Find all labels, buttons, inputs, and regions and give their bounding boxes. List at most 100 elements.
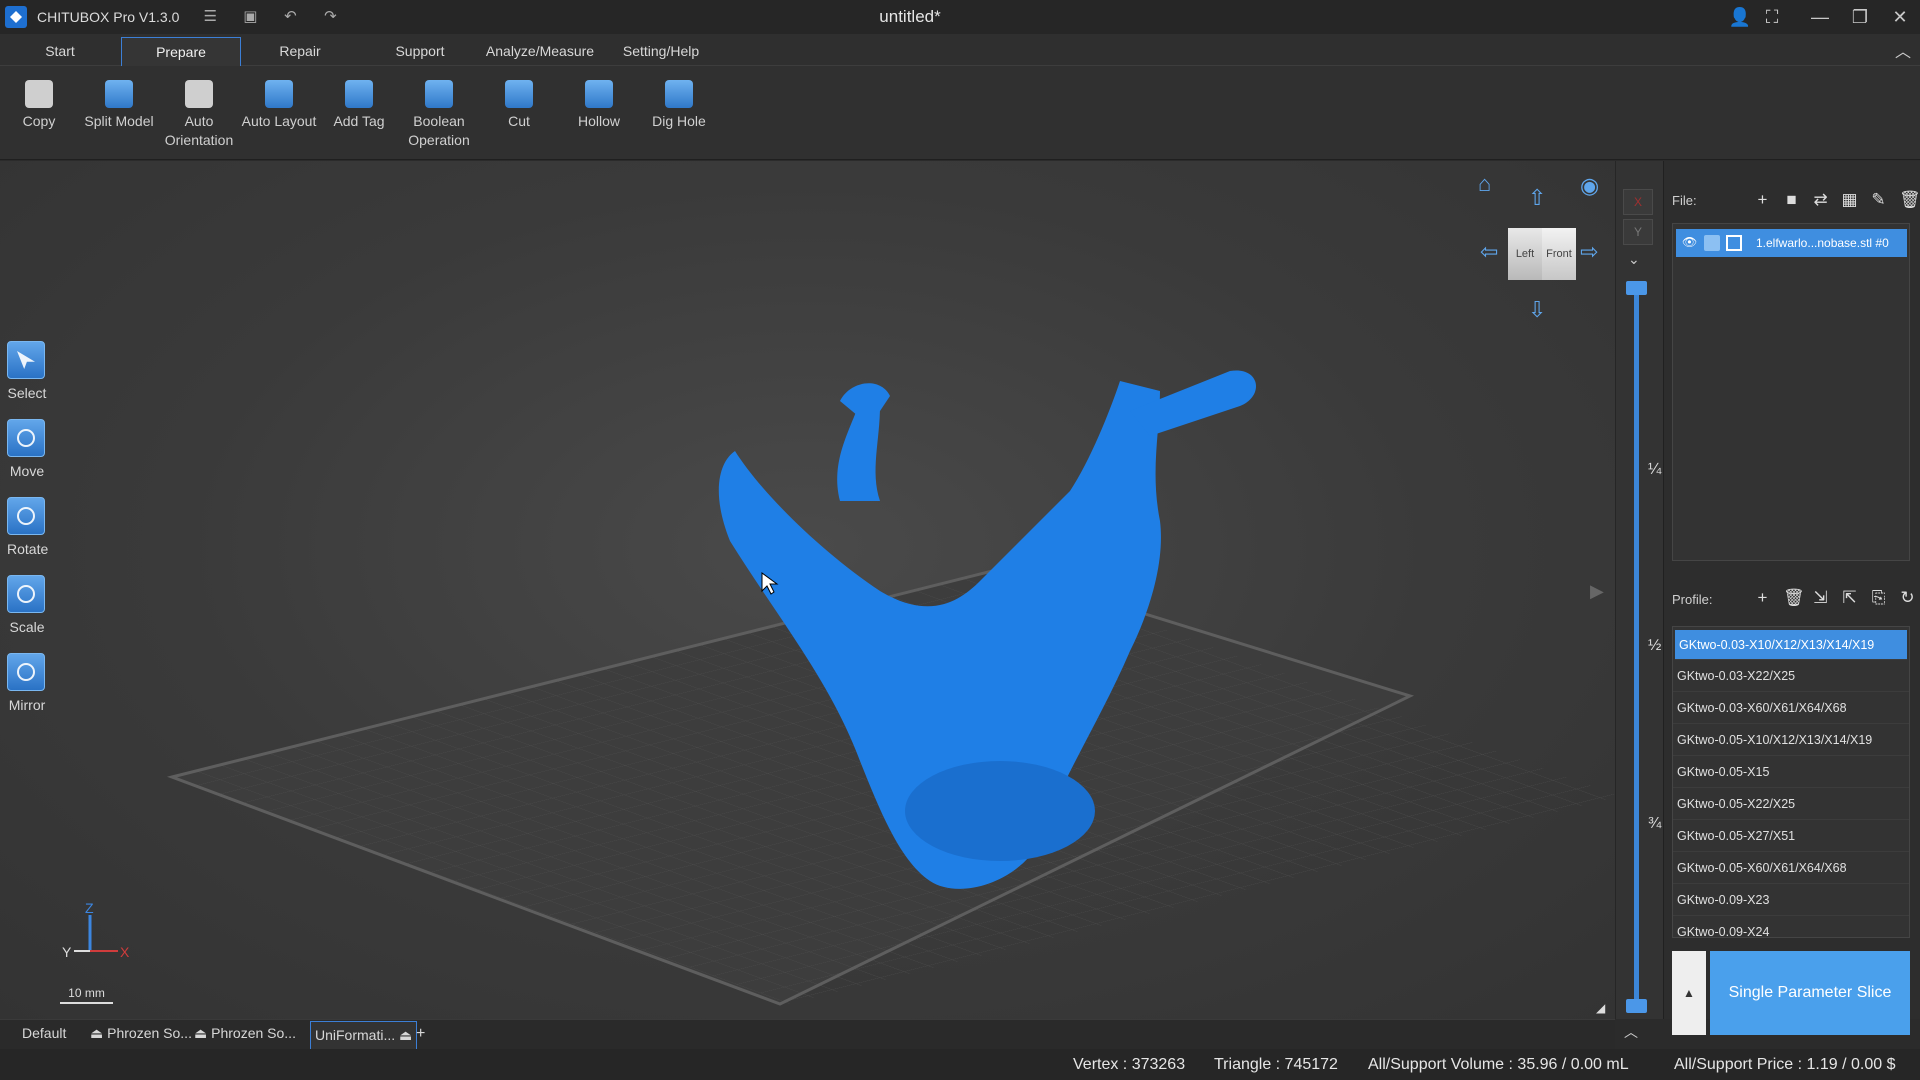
printer-tab-default[interactable]: Default xyxy=(22,1025,66,1041)
refresh-icon[interactable]: ↻ xyxy=(1899,588,1916,608)
copy-button[interactable]: Copy xyxy=(0,80,79,131)
hollow-button[interactable]: Hollow xyxy=(559,80,639,131)
scale-tool[interactable]: Scale xyxy=(7,575,47,635)
delete-file-icon[interactable]: 🗑 xyxy=(1899,190,1920,210)
y-toggle-button[interactable]: Y xyxy=(1623,219,1653,245)
single-parameter-slice-button[interactable]: Single Parameter Slice xyxy=(1710,951,1910,1035)
eye-icon[interactable]: 👁 xyxy=(1682,235,1698,251)
auto-layout-icon xyxy=(265,80,293,108)
edit-icon[interactable]: ✎ xyxy=(1870,190,1887,210)
boolean-operation-button[interactable]: Boolean Operation xyxy=(399,80,479,150)
x-toggle-button[interactable]: X xyxy=(1623,189,1653,215)
printer-tab-active[interactable]: UniFormati... ⏏ xyxy=(310,1021,418,1049)
profile-item[interactable]: GKtwo-0.03-X60/X61/X64/X68 xyxy=(1673,692,1909,724)
add-profile-icon[interactable]: + xyxy=(1754,588,1771,608)
redo-icon[interactable]: ↷ xyxy=(321,8,339,26)
import-profile-icon[interactable]: ⇲ xyxy=(1812,588,1829,608)
restore-icon[interactable]: ❐ xyxy=(1840,0,1880,34)
document-title: untitled* xyxy=(879,7,941,26)
profile-item[interactable]: GKtwo-0.09-X24 xyxy=(1673,916,1909,937)
share-profile-icon[interactable]: ⎘ xyxy=(1870,588,1887,608)
tab-start[interactable]: Start xyxy=(20,37,100,66)
layer-slider-bottom-thumb[interactable] xyxy=(1626,999,1647,1013)
swap-icon[interactable]: ⇄ xyxy=(1812,190,1829,210)
profile-item[interactable]: GKtwo-0.05-X27/X51 xyxy=(1673,820,1909,852)
visibility-eye-icon[interactable]: ◉ xyxy=(1580,173,1599,199)
view-cube-front[interactable]: Front xyxy=(1542,228,1576,280)
select-all-icon[interactable]: ■ xyxy=(1783,190,1800,210)
profile-item[interactable]: GKtwo-0.05-X60/X61/X64/X68 xyxy=(1673,852,1909,884)
slider-three-quarter-label: ¾ xyxy=(1648,815,1662,832)
chevron-down-icon[interactable]: ⌄ xyxy=(1628,251,1640,268)
vertex-count: Vertex : 373263 xyxy=(1073,1056,1186,1073)
layer-slider-track[interactable] xyxy=(1634,285,1639,1009)
copy-icon xyxy=(25,80,53,108)
axis-indicator: Z Y X xyxy=(62,901,130,960)
view-left-arrow-icon[interactable]: ⇦ xyxy=(1480,239,1498,265)
layer-slider-top-thumb[interactable] xyxy=(1626,281,1647,295)
auto-orientation-button[interactable]: Auto Orientation xyxy=(159,80,239,150)
dig-hole-button[interactable]: Dig Hole xyxy=(639,80,719,131)
build-plate xyxy=(166,370,1615,1006)
view-up-arrow-icon[interactable]: ⇧ xyxy=(1528,185,1546,211)
cut-button[interactable]: Cut xyxy=(479,80,559,131)
auto-layout-button[interactable]: Auto Layout xyxy=(239,80,319,131)
view-cube-left[interactable]: Left xyxy=(1508,228,1542,280)
view-right-arrow-icon[interactable]: ⇨ xyxy=(1580,239,1598,265)
export-profile-icon[interactable]: ⇱ xyxy=(1841,588,1858,608)
ribbon-toolbar: Copy Split Model Auto Orientation Auto L… xyxy=(0,66,1920,160)
slider-half-label: ½ xyxy=(1648,637,1662,654)
save-icon[interactable]: ▣ xyxy=(241,8,259,26)
split-model-button[interactable]: Split Model xyxy=(79,80,159,131)
mirror-icon xyxy=(7,653,45,691)
add-tag-button[interactable]: Add Tag xyxy=(319,80,399,131)
select-tool[interactable]: Select xyxy=(7,341,47,401)
expand-up-icon[interactable]: ︿ xyxy=(1624,1022,1638,1042)
tab-prepare[interactable]: Prepare xyxy=(121,37,241,66)
checkbox-icon[interactable] xyxy=(1726,235,1742,251)
home-view-icon[interactable]: ⌂ xyxy=(1478,171,1491,197)
tab-repair[interactable]: Repair xyxy=(260,37,340,66)
printer-tabs: Default ⏏ Phrozen So... ⏏ Phrozen So... … xyxy=(0,1019,1615,1049)
tab-analyze-measure[interactable]: Analyze/Measure xyxy=(480,37,600,66)
menu-bar: Start Prepare Repair Support Analyze/Mea… xyxy=(0,34,1920,66)
file-label: File: xyxy=(1672,193,1697,208)
screenshot-icon[interactable]: ⛶ xyxy=(1756,0,1788,34)
profile-item[interactable]: GKtwo-0.03-X10/X12/X13/X14/X19 xyxy=(1675,630,1907,660)
profile-item[interactable]: GKtwo-0.03-X22/X25 xyxy=(1673,660,1909,692)
add-printer-tab-icon[interactable]: + xyxy=(416,1025,425,1043)
group-icon[interactable]: ▦ xyxy=(1841,190,1858,210)
triangle-count: Triangle : 745172 xyxy=(1214,1056,1338,1073)
panel-expand-arrow-icon[interactable]: ▶ xyxy=(1590,581,1604,602)
move-tool[interactable]: Move xyxy=(7,419,47,479)
axis-x-label: X xyxy=(120,944,130,960)
delete-profile-icon[interactable]: 🗑 xyxy=(1783,588,1805,608)
file-row[interactable]: 👁 1.elfwarlo...nobase.stl #0 xyxy=(1676,229,1907,257)
add-file-icon[interactable]: + xyxy=(1754,190,1771,210)
file-list-icon[interactable]: ☰ xyxy=(201,8,219,26)
profile-item[interactable]: GKtwo-0.09-X23 xyxy=(1673,884,1909,916)
view-cube[interactable]: Left Front xyxy=(1508,228,1576,280)
profile-item[interactable]: GKtwo-0.05-X22/X25 xyxy=(1673,788,1909,820)
mirror-tool[interactable]: Mirror xyxy=(7,653,47,713)
collapse-ribbon-icon[interactable]: ︿ xyxy=(1892,38,1914,61)
add-tag-icon xyxy=(345,80,373,108)
profile-item[interactable]: GKtwo-0.05-X10/X12/X13/X14/X19 xyxy=(1673,724,1909,756)
3d-viewport[interactable]: Select Move Rotate Scale Mirror Z Y X 10… xyxy=(0,161,1615,1019)
profile-label: Profile: xyxy=(1672,592,1713,607)
rotate-tool[interactable]: Rotate xyxy=(7,497,48,557)
undo-icon[interactable]: ↶ xyxy=(281,8,299,26)
printer-tab[interactable]: ⏏ Phrozen So... xyxy=(90,1025,192,1042)
move-icon xyxy=(7,419,45,457)
tab-setting-help[interactable]: Setting/Help xyxy=(614,37,708,66)
resize-corner-icon[interactable]: ◢ xyxy=(1596,1001,1605,1015)
minimize-icon[interactable]: — xyxy=(1800,0,1840,34)
split-model-icon xyxy=(105,80,133,108)
printer-tab[interactable]: ⏏ Phrozen So... xyxy=(194,1025,296,1042)
tab-support[interactable]: Support xyxy=(380,37,460,66)
close-icon[interactable]: ✕ xyxy=(1880,0,1920,34)
user-icon[interactable]: 👤 xyxy=(1724,0,1756,34)
slice-options-dropdown[interactable]: ▲ xyxy=(1672,951,1706,1035)
view-down-arrow-icon[interactable]: ⇩ xyxy=(1528,297,1546,323)
profile-item[interactable]: GKtwo-0.05-X15 xyxy=(1673,756,1909,788)
